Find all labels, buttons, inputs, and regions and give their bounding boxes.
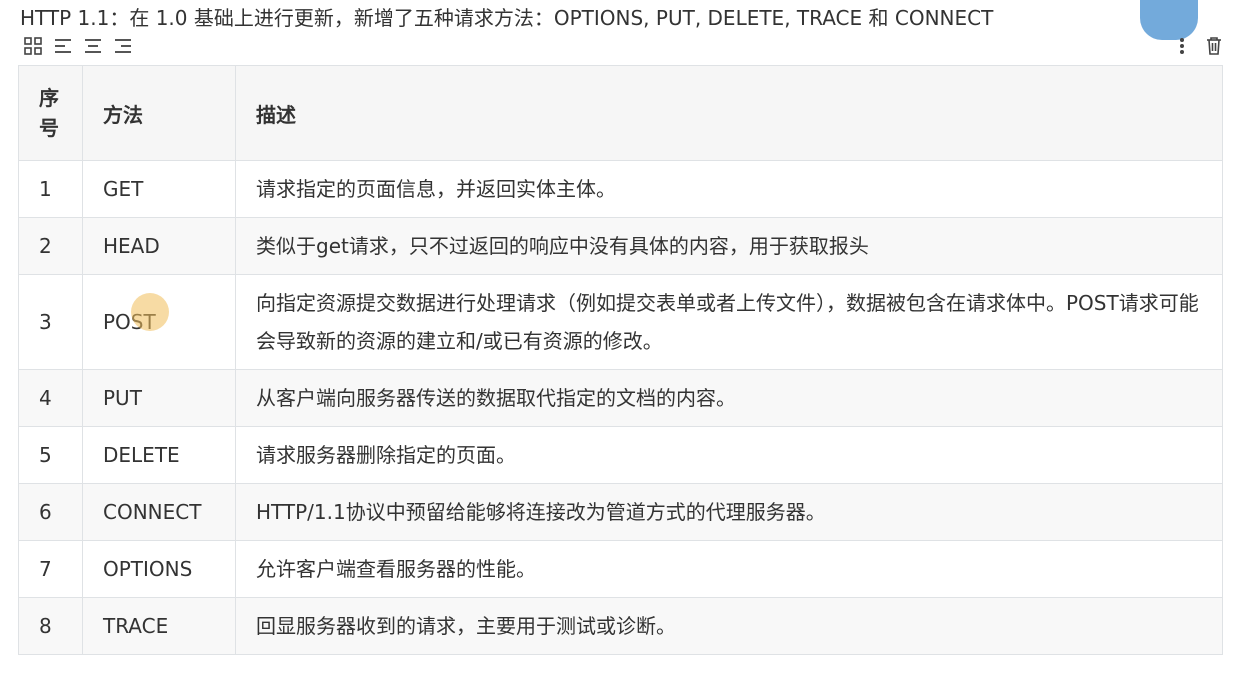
cell-seq: 7 — [18, 540, 83, 598]
table-row: 7 OPTIONS 允许客户端查看服务器的性能。 — [18, 540, 1223, 598]
table-row: 8 TRACE 回显服务器收到的请求，主要用于测试或诊断。 — [18, 597, 1223, 655]
intro-text: HTTP 1.1：在 1.0 基础上进行更新，新增了五种请求方法：OPTIONS… — [20, 6, 994, 30]
table-actions — [1169, 34, 1227, 58]
table-row: 5 DELETE 请求服务器删除指定的页面。 — [18, 426, 1223, 484]
header-desc: 描述 — [235, 65, 1223, 161]
cell-method: GET — [82, 160, 236, 218]
table-toolbar — [20, 34, 136, 58]
cell-method: TRACE — [82, 597, 236, 655]
table-grid-icon[interactable] — [20, 34, 46, 58]
cell-desc: 请求服务器删除指定的页面。 — [235, 426, 1223, 484]
cell-desc: HTTP/1.1协议中预留给能够将连接改为管道方式的代理服务器。 — [235, 483, 1223, 541]
cell-seq: 1 — [18, 160, 83, 218]
table-header-row: 序号 方法 描述 — [18, 65, 1223, 161]
cell-seq: 4 — [18, 369, 83, 427]
table-row: 4 PUT 从客户端向服务器传送的数据取代指定的文档的内容。 — [18, 369, 1223, 427]
table-row: 1 GET 请求指定的页面信息，并返回实体主体。 — [18, 160, 1223, 218]
header-method: 方法 — [82, 65, 236, 161]
trash-icon[interactable] — [1201, 34, 1227, 58]
table-row: 6 CONNECT HTTP/1.1协议中预留给能够将连接改为管道方式的代理服务… — [18, 483, 1223, 541]
cell-desc: 从客户端向服务器传送的数据取代指定的文档的内容。 — [235, 369, 1223, 427]
cell-seq: 8 — [18, 597, 83, 655]
cell-method: OPTIONS — [82, 540, 236, 598]
table-row: 2 HEAD 类似于get请求，只不过返回的响应中没有具体的内容，用于获取报头 — [18, 217, 1223, 275]
cell-desc: 回显服务器收到的请求，主要用于测试或诊断。 — [235, 597, 1223, 655]
cell-method: CONNECT — [82, 483, 236, 541]
cell-seq: 3 — [18, 274, 83, 370]
cell-desc: 允许客户端查看服务器的性能。 — [235, 540, 1223, 598]
http-methods-table: 序号 方法 描述 1 GET 请求指定的页面信息，并返回实体主体。 2 HEAD… — [18, 65, 1223, 655]
cell-method: HEAD — [82, 217, 236, 275]
header-seq: 序号 — [18, 65, 83, 161]
cell-desc: 请求指定的页面信息，并返回实体主体。 — [235, 160, 1223, 218]
table-row: 3 POST 向指定资源提交数据进行处理请求（例如提交表单或者上传文件），数据被… — [18, 274, 1223, 370]
cell-desc: 类似于get请求，只不过返回的响应中没有具体的内容，用于获取报头 — [235, 217, 1223, 275]
cell-method: PUT — [82, 369, 236, 427]
cell-seq: 5 — [18, 426, 83, 484]
cell-method: POST — [82, 274, 236, 370]
cell-method: DELETE — [82, 426, 236, 484]
more-vertical-icon[interactable] — [1169, 34, 1195, 58]
align-left-icon[interactable] — [50, 34, 76, 58]
cell-desc: 向指定资源提交数据进行处理请求（例如提交表单或者上传文件），数据被包含在请求体中… — [235, 274, 1223, 370]
align-center-icon[interactable] — [80, 34, 106, 58]
cell-seq: 6 — [18, 483, 83, 541]
cell-seq: 2 — [18, 217, 83, 275]
align-right-icon[interactable] — [110, 34, 136, 58]
